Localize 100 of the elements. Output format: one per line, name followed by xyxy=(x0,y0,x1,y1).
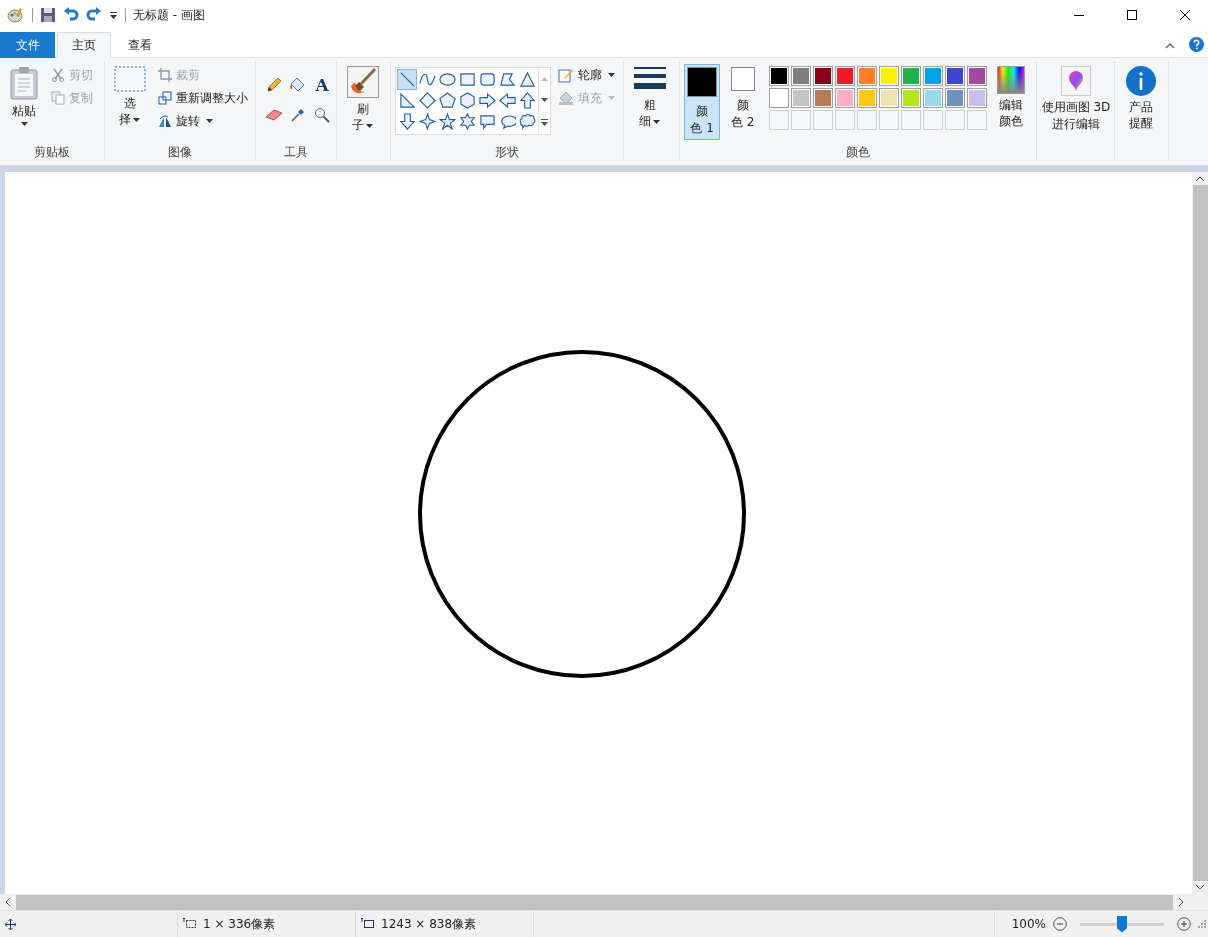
eraser-icon[interactable] xyxy=(265,108,283,122)
palette-color[interactable] xyxy=(900,66,921,86)
palette-color[interactable] xyxy=(812,88,833,108)
rotate-button[interactable]: 旋转 xyxy=(155,110,251,132)
color-picker-icon[interactable] xyxy=(290,107,306,123)
palette-color[interactable] xyxy=(834,88,855,108)
pentagon-shape-tool[interactable] xyxy=(437,90,457,111)
paint-palette-icon[interactable] xyxy=(7,7,25,23)
diamond-shape-tool[interactable] xyxy=(417,90,437,111)
redo-icon[interactable] xyxy=(86,7,102,23)
ribbon-tab[interactable]: 文件 xyxy=(0,32,55,58)
edit-colors-button[interactable]: 编辑颜色 xyxy=(990,63,1032,139)
group-label: 剪贴板 xyxy=(34,144,70,161)
paintbrush-icon xyxy=(347,66,379,98)
palette-color[interactable] xyxy=(856,88,877,108)
cloud-callout-shape-tool[interactable] xyxy=(517,111,537,132)
ribbon-tab[interactable]: 主页 xyxy=(57,32,111,58)
caret-icon xyxy=(653,119,661,124)
undo-icon[interactable] xyxy=(63,7,79,23)
palette-color[interactable] xyxy=(768,88,789,108)
magnifier-icon[interactable] xyxy=(314,107,330,123)
maximize-icon xyxy=(1127,10,1137,20)
dashed-rectangle-icon xyxy=(114,66,146,92)
palette-color[interactable] xyxy=(878,66,899,86)
group-label: 工具 xyxy=(284,144,308,161)
scroll-down-icon[interactable] xyxy=(1196,885,1204,890)
down-arrow-shape-tool[interactable] xyxy=(397,111,417,132)
help-icon[interactable] xyxy=(1189,37,1204,52)
color-slot[interactable]: 颜色 2 xyxy=(724,64,761,140)
customize-caret-icon[interactable] xyxy=(109,10,118,20)
group-label: 图像 xyxy=(168,144,192,161)
palette-color[interactable] xyxy=(922,88,943,108)
four-point-star-shape-tool[interactable] xyxy=(417,111,437,132)
caret-icon xyxy=(366,123,374,128)
scissors-icon xyxy=(51,68,65,82)
selection-size-icon xyxy=(183,918,196,930)
palette-color[interactable] xyxy=(878,88,899,108)
brushes-button[interactable]: 刷子 xyxy=(341,63,385,139)
text-tool[interactable]: A xyxy=(315,75,329,95)
scroll-down-icon[interactable] xyxy=(541,97,548,102)
five-point-star-shape-tool[interactable] xyxy=(437,111,457,132)
caret-icon xyxy=(608,73,615,77)
select-button[interactable]: 选择 xyxy=(109,63,151,139)
product-alert-button[interactable]: 产品提醒 xyxy=(1119,63,1163,139)
scroll-left-icon[interactable] xyxy=(5,898,10,906)
resize-button[interactable]: 重新调整大小 xyxy=(155,87,251,109)
palette-color[interactable] xyxy=(944,88,965,108)
expand-gallery-icon[interactable] xyxy=(541,118,548,126)
left-arrow-shape-tool[interactable] xyxy=(497,90,517,111)
palette-color[interactable] xyxy=(944,66,965,86)
selection-size: 1 × 336像素 xyxy=(203,915,276,933)
clipboard-icon xyxy=(9,66,39,100)
fill-bucket-icon xyxy=(558,90,574,106)
line-shape-tool[interactable] xyxy=(397,69,417,90)
caret-icon xyxy=(133,117,141,122)
save-icon[interactable] xyxy=(40,7,56,23)
collapse-ribbon-icon[interactable] xyxy=(1165,42,1175,49)
palette-color[interactable] xyxy=(790,88,811,108)
zoom-in-button[interactable] xyxy=(1176,916,1192,932)
canvas-size: 1243 × 838像素 xyxy=(381,915,477,933)
scroll-up-icon[interactable] xyxy=(1196,176,1204,181)
close-icon xyxy=(1180,10,1190,20)
resize-icon xyxy=(158,91,172,105)
palette-color[interactable] xyxy=(966,66,987,86)
hexagon-shape-tool[interactable] xyxy=(457,90,477,111)
caret-icon xyxy=(206,119,213,123)
canvas-size-icon xyxy=(361,918,374,930)
palette-color[interactable] xyxy=(966,88,987,108)
up-arrow-shape-tool[interactable] xyxy=(517,90,537,111)
palette-color[interactable] xyxy=(812,66,833,86)
paint-drop-icon xyxy=(1061,66,1091,96)
ribbon-tab[interactable]: 查看 xyxy=(113,32,167,58)
palette-color[interactable] xyxy=(922,66,943,86)
six-point-star-shape-tool[interactable] xyxy=(457,111,477,132)
palette-color[interactable] xyxy=(834,66,855,86)
pencil-outline-icon xyxy=(558,67,574,83)
palette-color[interactable] xyxy=(790,66,811,86)
palette-color[interactable] xyxy=(900,88,921,108)
pencil-icon[interactable] xyxy=(266,77,282,93)
caret-icon xyxy=(20,122,28,126)
paste-button[interactable]: 粘贴 xyxy=(4,63,44,139)
caret-icon xyxy=(608,96,615,100)
palette-color[interactable] xyxy=(856,66,877,86)
scroll-right-icon[interactable] xyxy=(1179,898,1184,906)
resize-grip-icon[interactable] xyxy=(1198,920,1206,928)
crop-icon xyxy=(158,68,172,82)
right-arrow-shape-tool[interactable] xyxy=(477,90,497,111)
copy-icon xyxy=(51,91,65,105)
triangle-shape-tool[interactable] xyxy=(517,69,537,90)
group-label: 形状 xyxy=(495,144,519,161)
paint-bucket-icon[interactable] xyxy=(289,76,307,94)
paint3d-button[interactable]: 使用画图 3D 进行编辑 xyxy=(1041,63,1111,139)
zoom-out-button[interactable] xyxy=(1052,916,1068,932)
palette-color[interactable] xyxy=(768,66,789,86)
color-slot[interactable]: 颜色 1 xyxy=(684,64,721,140)
window-title: 无标题 - 画图 xyxy=(133,6,205,24)
slider-thumb[interactable] xyxy=(1117,915,1127,933)
size-button[interactable]: 粗细 xyxy=(628,63,672,139)
right-triangle-shape-tool[interactable] xyxy=(397,90,417,111)
outline-button[interactable]: 轮廓 xyxy=(555,64,618,86)
